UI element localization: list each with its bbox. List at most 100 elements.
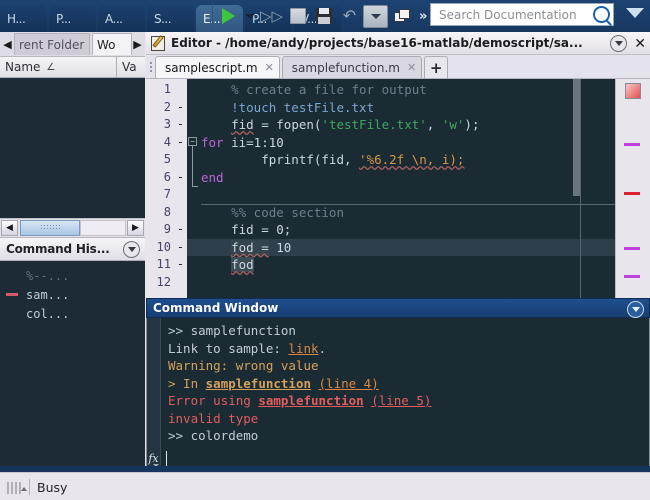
search-documentation-box[interactable]	[430, 3, 614, 26]
code-annotation-gutter[interactable]	[615, 79, 650, 299]
toolbar-overflow-button[interactable]: »	[419, 9, 427, 24]
list-item[interactable]: %--...	[0, 266, 145, 285]
workspace-horizontal-scrollbar[interactable]: ◀ ▶	[0, 218, 145, 237]
ribbon-tab-shortcuts[interactable]: S...	[147, 5, 194, 32]
undo-button[interactable]: ↶	[337, 4, 362, 29]
editor-close-button[interactable]: ✕	[634, 37, 646, 51]
output-hyperlink[interactable]: link	[288, 341, 318, 356]
stack-function-link[interactable]: samplefunction	[206, 376, 311, 391]
close-icon[interactable]: ✕	[407, 61, 416, 74]
run-button[interactable]	[216, 4, 241, 29]
layout-button[interactable]	[389, 4, 414, 29]
chevron-down-icon	[370, 13, 381, 19]
line-number: 6	[163, 169, 171, 184]
ribbon-tab-plots[interactable]: P...	[49, 5, 96, 32]
command-input-caret[interactable]	[166, 450, 167, 466]
status-bar-grip-icon[interactable]	[7, 480, 27, 494]
close-icon[interactable]: ✕	[265, 61, 274, 74]
breakpoint-gutter[interactable]: - - - - - - -	[174, 79, 187, 299]
executable-line-marker[interactable]: -	[174, 134, 187, 152]
panel-tab-current-folder[interactable]: rent Folder	[14, 33, 90, 55]
code-editor-area[interactable]: 1 2 3 4 5 6 7 8 9 10 11 12 - - - - - - -…	[146, 79, 650, 299]
file-tab-samplescript-label: samplescript.m	[165, 60, 258, 75]
run-and-advance-button[interactable]: ▷▷	[259, 4, 284, 29]
code-string: 'w'	[441, 117, 465, 132]
executable-line-marker[interactable]: -	[174, 256, 187, 274]
file-tab-samplefunction-label: samplefunction.m	[291, 60, 400, 75]
line-number: 10	[156, 239, 171, 254]
plus-icon: +	[429, 58, 443, 77]
command-history-title: Command His...	[6, 242, 110, 256]
fx-label: fx	[148, 451, 159, 465]
panel-tab-workspace[interactable]: Wo	[92, 33, 132, 55]
executable-line-marker[interactable]	[174, 274, 187, 292]
command-window-title: Command Window	[153, 301, 279, 315]
status-divider	[29, 479, 30, 495]
command-history-options-button[interactable]	[123, 241, 140, 258]
executable-line-marker[interactable]: -	[174, 116, 187, 134]
executable-line-marker[interactable]: -	[174, 169, 187, 187]
executable-line-marker[interactable]: -	[174, 221, 187, 239]
left-dock-column: ◀ rent Folder Wo ▶ Name ∠ Va ◀ ▶ Command…	[0, 32, 145, 472]
executable-line-marker[interactable]	[174, 151, 187, 169]
column-header-value[interactable]: Va	[117, 57, 145, 77]
output-line-4-stack: > In samplefunction (line 4)	[168, 375, 649, 393]
panel-tabs-scroll-right-icon[interactable]: ▶	[131, 36, 144, 52]
error-function-link[interactable]: samplefunction	[258, 393, 363, 408]
executable-line-marker[interactable]	[174, 186, 187, 204]
output-text: >> colordemo	[168, 428, 259, 443]
code-section-comment: %% code section	[201, 204, 344, 220]
code-number: 10	[276, 239, 292, 255]
executable-line-marker[interactable]: -	[174, 239, 187, 257]
annotation-marker-error[interactable]	[624, 192, 640, 195]
error-prefix: Error using	[168, 393, 259, 408]
command-window-body[interactable]: >> samplefunction Link to sample: link. …	[146, 318, 650, 470]
ribbon-tab-home[interactable]: H...	[0, 5, 47, 32]
annotation-marker-warning[interactable]	[624, 247, 640, 250]
history-entry-text: sam...	[26, 287, 70, 302]
run-options-dropdown[interactable]	[242, 4, 258, 29]
stack-line-link[interactable]: (line 4)	[319, 376, 379, 391]
scroll-right-button[interactable]: ▶	[127, 220, 144, 236]
editor-file-tab-strip: samplescript.m ✕ samplefunction.m ✕ +	[146, 55, 650, 79]
file-tab-samplescript[interactable]: samplescript.m ✕	[155, 56, 280, 78]
panel-tabs-scroll-left-icon[interactable]: ◀	[1, 36, 14, 52]
windows-layout-icon	[393, 9, 410, 23]
output-text: Link to sample:	[168, 340, 289, 356]
column-header-name[interactable]: Name ∠	[0, 57, 117, 77]
line-number: 4	[163, 134, 171, 149]
editor-options-button[interactable]	[610, 35, 628, 52]
code-keyword-for: for	[201, 134, 224, 150]
code-text-area[interactable]: % create a file for output !touch testFi…	[187, 79, 650, 299]
file-tab-samplefunction[interactable]: samplefunction.m ✕	[281, 56, 423, 78]
save-button[interactable]	[311, 4, 336, 29]
save-floppy-icon	[315, 8, 332, 24]
chevron-down-icon	[614, 41, 623, 46]
new-file-tab-button[interactable]: +	[424, 56, 449, 78]
ribbon-tab-apps[interactable]: A...	[98, 5, 145, 32]
executable-line-marker[interactable]: -	[174, 99, 187, 117]
list-item[interactable]: sam...	[0, 285, 145, 304]
workspace-table-body[interactable]	[0, 78, 145, 218]
ribbon-collapse-chevron-icon[interactable]	[626, 8, 644, 18]
executable-line-marker[interactable]	[174, 204, 187, 222]
annotation-marker-warning[interactable]	[624, 143, 640, 146]
executable-line-marker[interactable]	[174, 81, 187, 99]
annotation-marker-warning[interactable]	[624, 275, 640, 278]
scroll-left-button[interactable]: ◀	[1, 220, 18, 236]
code-fold-collapse-icon[interactable]: −	[188, 136, 197, 146]
search-input[interactable]	[437, 6, 593, 23]
code-identifier-fod-selected: fod	[231, 257, 254, 272]
list-item[interactable]: col...	[0, 304, 145, 323]
command-window-options-button[interactable]	[627, 301, 644, 318]
code-analyzer-status-icon[interactable]	[625, 83, 641, 99]
code-vertical-scrollbar-thumb[interactable]	[573, 79, 580, 196]
output-line-7: >> colordemo	[168, 427, 649, 445]
code-identifier-fod: fod =	[231, 239, 269, 255]
error-line-link[interactable]: (line 5)	[371, 393, 431, 408]
editor-document-icon	[151, 35, 166, 51]
command-history-list[interactable]: %--... sam... col...	[0, 261, 145, 466]
undo-options-dropdown[interactable]	[363, 4, 388, 28]
stop-button[interactable]	[285, 4, 310, 29]
scrollbar-track[interactable]	[80, 220, 126, 236]
